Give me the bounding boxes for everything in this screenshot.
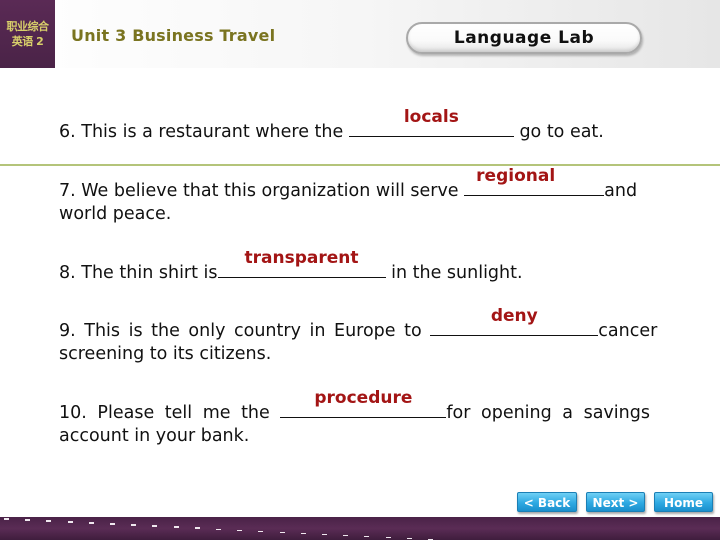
divider-line bbox=[0, 164, 720, 166]
question-10-continuation: account in your bank. bbox=[59, 426, 250, 446]
footer-decoration-dash bbox=[173, 526, 179, 528]
question-number: 7. bbox=[59, 181, 76, 201]
question-9: 9. This is the only country in Europe to… bbox=[59, 306, 658, 344]
answer-text: procedure bbox=[314, 388, 413, 408]
next-button[interactable]: Next > bbox=[586, 492, 645, 512]
question-8: 8. The thin shirt is transparent in the s… bbox=[59, 248, 523, 286]
answer-text: regional bbox=[476, 166, 556, 186]
section-label: Language Lab bbox=[453, 28, 595, 48]
question-text-after: cancer bbox=[598, 321, 658, 341]
answer-text: deny bbox=[490, 306, 538, 326]
question-number: 10. bbox=[59, 403, 87, 423]
question-number: 8. bbox=[59, 263, 76, 283]
footer-decoration-dash bbox=[152, 525, 158, 527]
question-text-before: This is the only country in Europe to bbox=[84, 321, 422, 341]
question-6: 6. This is a restaurant where the locals… bbox=[59, 107, 604, 145]
logo-line-1: 职业综合 bbox=[6, 20, 50, 33]
footer-decoration-dash bbox=[237, 529, 243, 532]
footer-decoration-dash bbox=[279, 531, 285, 534]
footer-decoration-dash bbox=[300, 532, 306, 535]
home-button[interactable]: Home bbox=[654, 492, 713, 512]
footer-decoration-dash bbox=[194, 527, 200, 529]
footer-decoration-dash bbox=[110, 523, 115, 525]
footer-decoration-dash bbox=[216, 528, 221, 530]
footer-decoration-dash bbox=[67, 521, 73, 523]
footer-decoration-dash bbox=[406, 537, 412, 540]
footer-decoration-dash bbox=[364, 535, 370, 538]
footer-bar bbox=[0, 517, 720, 540]
answer-blank[interactable]: procedure bbox=[280, 388, 447, 418]
answer-text: locals bbox=[403, 107, 459, 127]
logo-line-2: 英语 2 bbox=[11, 35, 44, 48]
footer-decoration-dash bbox=[25, 519, 31, 521]
footer-decoration-dash bbox=[385, 536, 391, 539]
question-text-after: go to eat. bbox=[519, 122, 604, 142]
footer-decoration-dash bbox=[258, 530, 264, 533]
footer-decoration-dash bbox=[46, 520, 52, 522]
question-7-continuation: world peace. bbox=[59, 204, 172, 224]
course-logo: 职业综合 英语 2 bbox=[0, 0, 55, 68]
section-label-pill: Language Lab bbox=[406, 22, 642, 54]
header-bar: 职业综合 英语 2 Unit 3 Business Travel Languag… bbox=[0, 0, 720, 68]
question-7: 7. We believe that this organization wil… bbox=[59, 166, 638, 204]
answer-blank[interactable]: transparent bbox=[217, 248, 386, 278]
question-text-before: This is a restaurant where the bbox=[81, 122, 344, 142]
answer-blank[interactable]: deny bbox=[430, 306, 599, 336]
answer-blank[interactable]: regional bbox=[464, 166, 605, 196]
unit-title: Unit 3 Business Travel bbox=[71, 26, 276, 45]
question-number: 6. bbox=[59, 122, 76, 142]
question-number: 9. bbox=[59, 321, 76, 341]
question-text-before: We believe that this organization will s… bbox=[81, 181, 459, 201]
footer-decoration-dash bbox=[343, 534, 349, 537]
footer-decoration-dash bbox=[322, 533, 327, 536]
answer-text: transparent bbox=[244, 248, 359, 268]
question-9-continuation: screening to its citizens. bbox=[59, 344, 272, 364]
question-10: 10. Please tell me the procedure for open… bbox=[59, 388, 650, 426]
question-text-after: for opening a savings bbox=[446, 403, 650, 423]
question-text-before: Please tell me the bbox=[97, 403, 270, 423]
footer-decoration-dash bbox=[131, 524, 137, 526]
question-text-after: in the sunlight. bbox=[391, 263, 523, 283]
answer-blank[interactable]: locals bbox=[348, 107, 514, 137]
footer-decoration-dash bbox=[88, 522, 94, 524]
back-button[interactable]: < Back bbox=[517, 492, 577, 512]
question-text-before: The thin shirt is bbox=[81, 263, 218, 283]
footer-decoration-dash bbox=[4, 518, 9, 520]
question-text-after: and bbox=[604, 181, 638, 201]
